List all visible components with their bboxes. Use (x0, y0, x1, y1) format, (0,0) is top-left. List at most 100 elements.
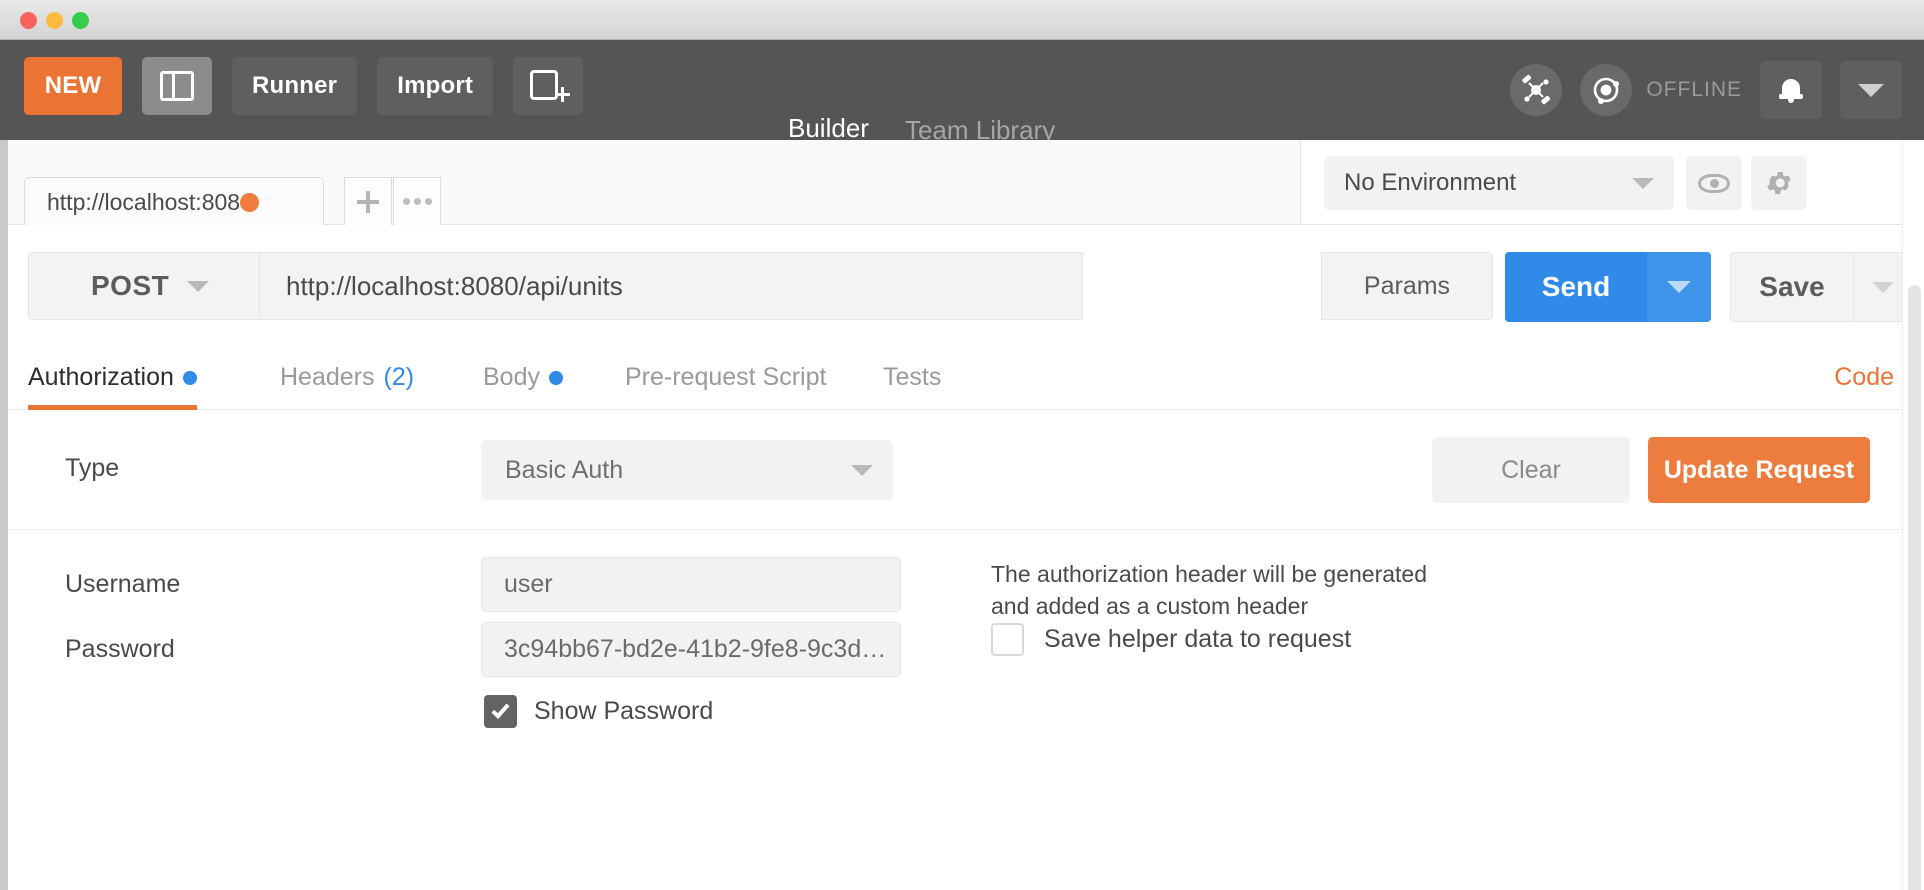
environment-selected-label: No Environment (1344, 169, 1517, 196)
new-window-plus-icon (530, 70, 571, 102)
import-button-label: Import (397, 72, 474, 99)
tab-headers-count: (2) (383, 363, 415, 391)
auth-helper-text: The authorization header will be generat… (991, 561, 1428, 619)
bell-icon (1779, 77, 1803, 103)
runner-button-label: Runner (252, 72, 338, 99)
chevron-down-icon (1858, 83, 1884, 97)
chevron-down-icon (1871, 281, 1894, 293)
gear-icon (1767, 172, 1791, 194)
collapsed-sidebar-rail[interactable] (0, 140, 8, 890)
vertical-scrollbar[interactable] (1902, 140, 1924, 890)
chevron-down-icon (187, 280, 210, 292)
environment-bar: No Environment (1300, 140, 1924, 225)
request-section-tabs: Authorization Headers (2) Body Pre-reque… (8, 345, 1924, 410)
clear-auth-label: Clear (1501, 455, 1561, 484)
update-request-button[interactable]: Update Request (1648, 437, 1870, 503)
sidebar-panel-icon (160, 71, 194, 101)
environment-select[interactable]: No Environment (1324, 156, 1674, 210)
request-tab-strip: http://localhost:8080/ (8, 140, 1300, 226)
postman-window: NEW Runner Import Builder Team Library O… (0, 0, 1924, 890)
new-window-button[interactable] (513, 57, 584, 115)
tab-pre-request-script-label: Pre-request Script (625, 363, 827, 391)
request-tab-options-button[interactable] (393, 177, 441, 226)
scrollbar-thumb[interactable] (1908, 285, 1921, 890)
code-link-label: Code (1834, 363, 1894, 391)
unsaved-changes-dot (240, 192, 259, 212)
auth-type-label: Type (65, 454, 120, 482)
environment-quick-look-button[interactable] (1686, 156, 1742, 210)
environment-settings-button[interactable] (1751, 156, 1807, 210)
eye-icon (1698, 173, 1730, 193)
code-link[interactable]: Code (1834, 345, 1894, 410)
tab-authorization[interactable]: Authorization (28, 345, 197, 410)
chevron-down-icon (851, 464, 873, 476)
toolbar-right-group: OFFLINE (1510, 40, 1902, 140)
tab-authorization-label: Authorization (28, 363, 174, 391)
toolbar-left-group: NEW Runner Import (24, 57, 584, 115)
send-options-button[interactable] (1647, 252, 1711, 322)
tab-body-label: Body (483, 363, 540, 391)
tab-body[interactable]: Body (483, 345, 563, 410)
sync-status-label: OFFLINE (1646, 78, 1742, 101)
save-request-button[interactable]: Save (1730, 252, 1854, 322)
ellipsis-icon (402, 198, 432, 205)
sidebar-toggle-button[interactable] (142, 57, 212, 115)
tab-headers-label: Headers (280, 363, 375, 391)
account-menu-button[interactable] (1840, 61, 1902, 119)
request-url-value: http://localhost:8080/api/units (286, 270, 623, 301)
show-password-label: Show Password (534, 697, 714, 725)
request-url-input[interactable]: http://localhost:8080/api/units (260, 252, 1083, 320)
save-helper-data-checkbox[interactable]: Save helper data to request (991, 623, 1351, 656)
checkbox-unchecked-icon (991, 623, 1024, 656)
username-label: Username (65, 570, 181, 598)
authorization-modified-dot (182, 370, 197, 385)
request-tab-label: http://localhost:8080/ (47, 188, 240, 215)
chevron-down-icon (1632, 177, 1654, 189)
sync-status-button[interactable] (1580, 64, 1633, 116)
params-button[interactable]: Params (1321, 252, 1493, 320)
http-method-value: POST (91, 270, 170, 301)
chevron-down-icon (1667, 281, 1691, 293)
tab-tests[interactable]: Tests (883, 345, 941, 410)
close-window-button[interactable] (20, 12, 37, 29)
http-method-select[interactable]: POST (28, 252, 260, 320)
username-value: user (504, 570, 553, 598)
window-controls (20, 12, 89, 29)
new-button[interactable]: NEW (24, 57, 122, 115)
username-input[interactable]: user (481, 557, 901, 612)
runner-button[interactable]: Runner (232, 57, 358, 115)
send-button[interactable]: Send (1505, 252, 1647, 322)
checkbox-checked-icon (484, 695, 517, 728)
tab-headers[interactable]: Headers (2) (280, 345, 414, 410)
password-label: Password (65, 635, 175, 663)
params-button-label: Params (1363, 271, 1451, 300)
maximize-window-button[interactable] (72, 12, 89, 29)
save-helper-data-label: Save helper data to request (1044, 625, 1352, 653)
auth-type-select[interactable]: Basic Auth (481, 440, 893, 500)
request-url-row: POST http://localhost:8080/api/units Par… (8, 225, 1924, 345)
request-workspace: http://localhost:8080/ No Environment PO… (8, 140, 1924, 890)
body-modified-dot (548, 370, 563, 385)
password-input[interactable]: 3c94bb67-bd2e-41b2-9fe8-9c3d… (481, 622, 901, 677)
show-password-checkbox[interactable]: Show Password (484, 695, 713, 728)
password-value: 3c94bb67-bd2e-41b2-9fe8-9c3d… (504, 635, 887, 663)
interceptor-button[interactable] (1510, 64, 1563, 116)
app-toolbar: NEW Runner Import Builder Team Library O… (0, 40, 1924, 180)
sync-orbit-icon (1594, 77, 1620, 104)
window-titlebar (0, 0, 1924, 40)
minimize-window-button[interactable] (46, 12, 63, 29)
tab-tests-label: Tests (883, 363, 942, 391)
send-button-label: Send (1541, 271, 1611, 302)
tab-pre-request-script[interactable]: Pre-request Script (625, 345, 826, 410)
clear-auth-button[interactable]: Clear (1432, 437, 1630, 503)
auth-type-value: Basic Auth (505, 455, 624, 484)
save-request-label: Save (1759, 271, 1825, 302)
basic-auth-credentials: Username user Password 3c94bb67-bd2e-41b… (8, 530, 1924, 890)
import-button[interactable]: Import (377, 57, 494, 115)
request-tab[interactable]: http://localhost:8080/ (24, 177, 324, 226)
update-request-label: Update Request (1663, 455, 1855, 484)
plus-icon (357, 190, 379, 213)
add-request-tab-button[interactable] (344, 177, 392, 226)
notifications-button[interactable] (1760, 61, 1822, 119)
auth-type-row: Type Basic Auth Clear Update Request (8, 410, 1924, 530)
